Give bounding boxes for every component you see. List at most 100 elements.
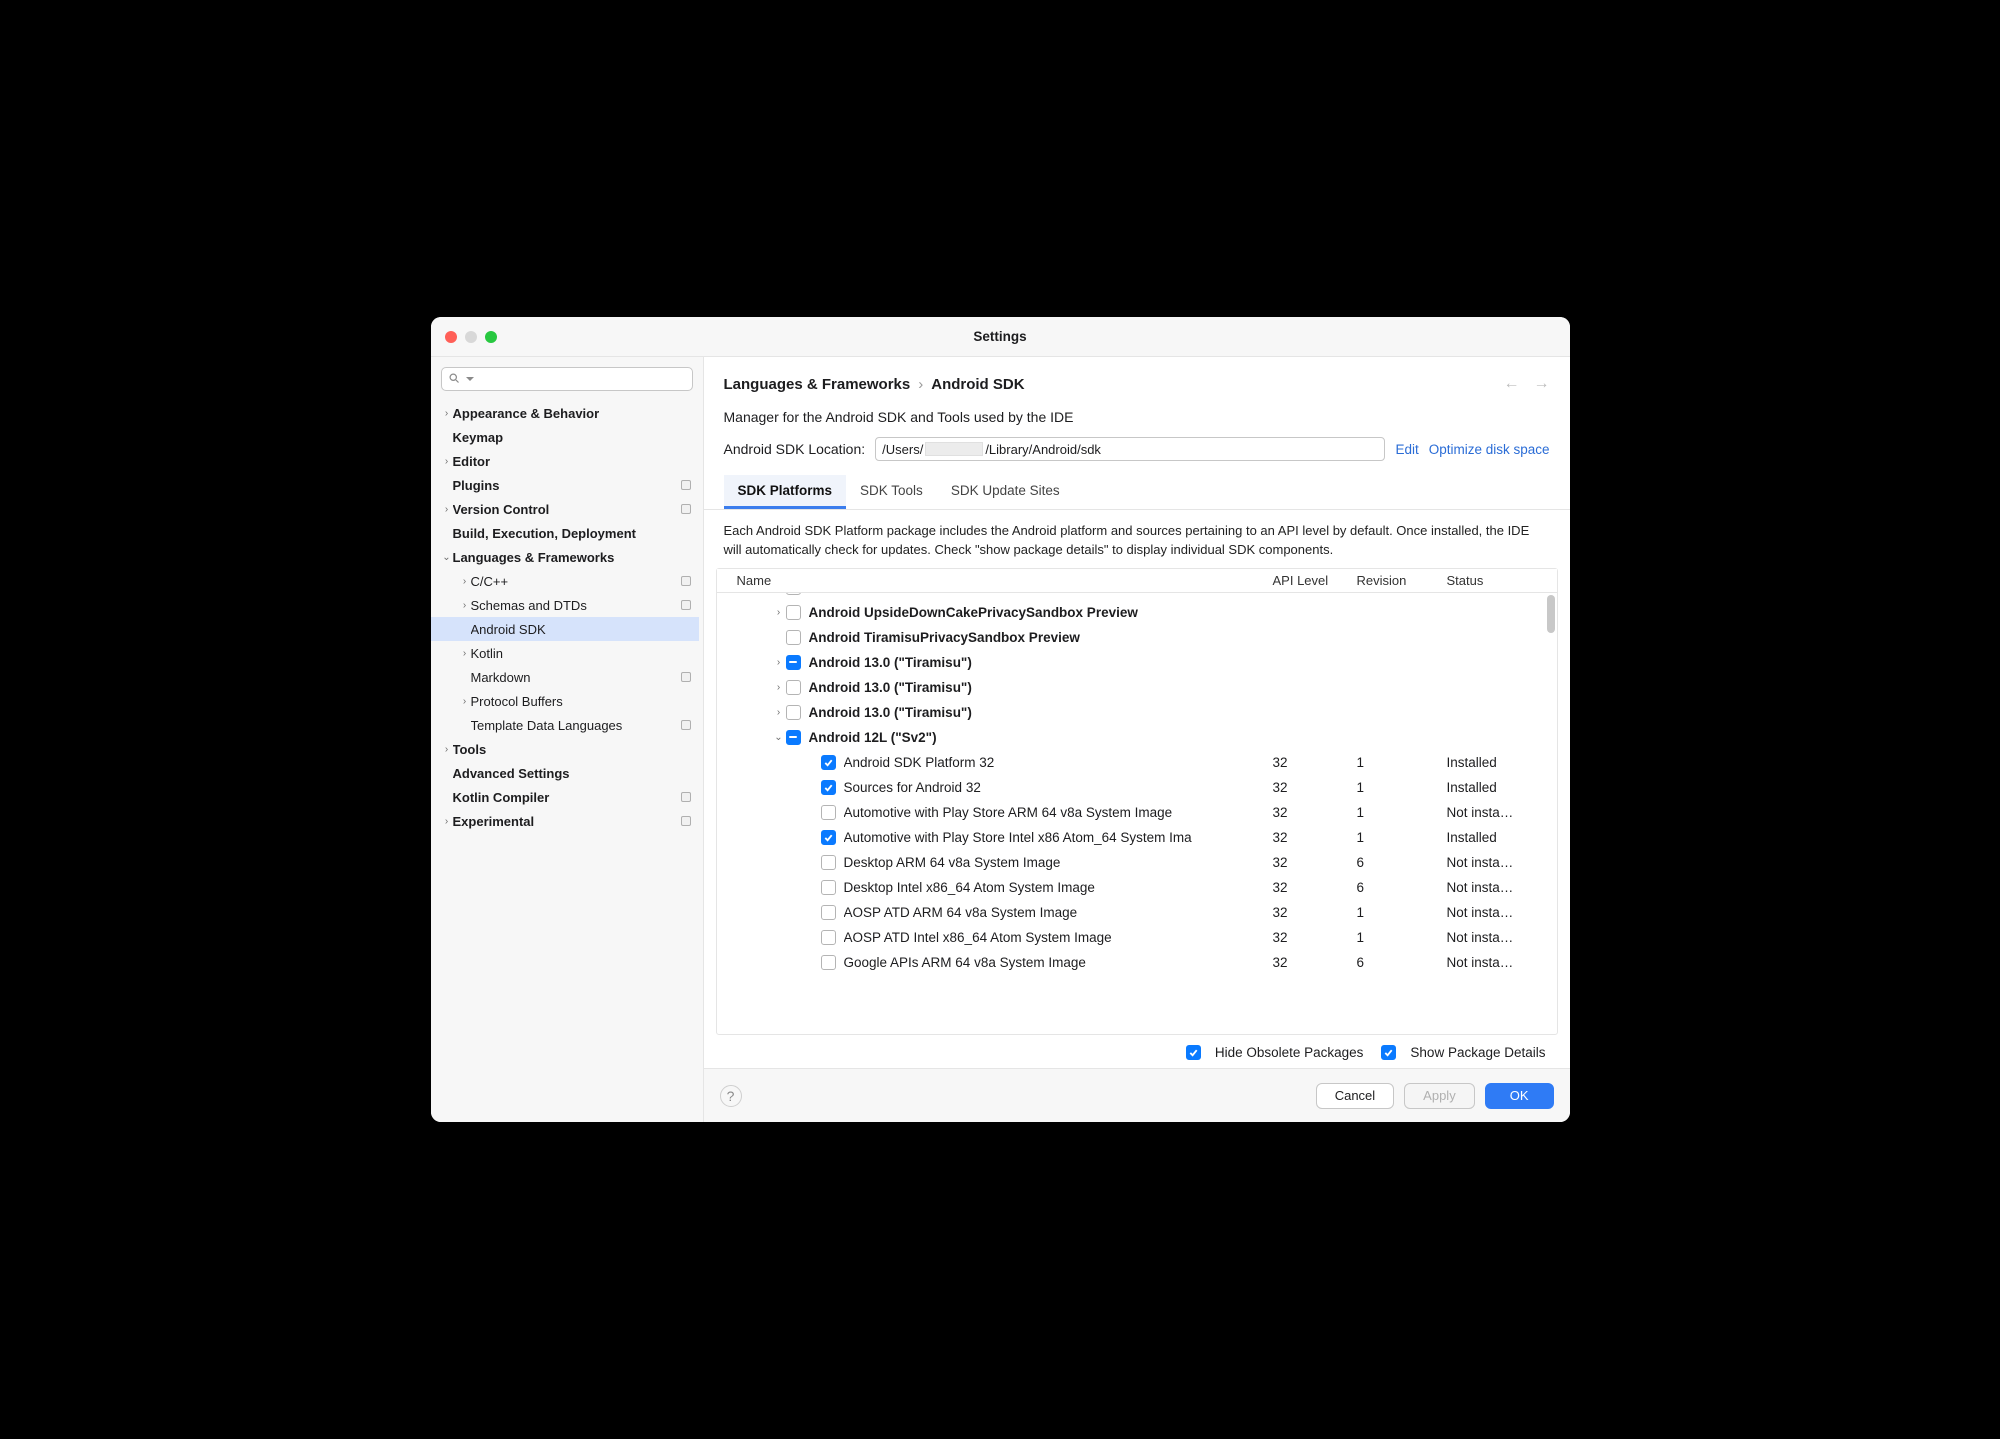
checkbox-icon[interactable] — [786, 730, 801, 745]
checkbox-icon[interactable] — [821, 905, 836, 920]
chevron-right-icon[interactable]: › — [772, 707, 786, 718]
package-row[interactable]: Sources for Android 32321Installed — [717, 775, 1557, 800]
sidebar-item-label: Android SDK — [471, 622, 691, 637]
package-rev: 1 — [1357, 755, 1447, 770]
checkbox-icon[interactable] — [821, 780, 836, 795]
chevron-right-icon[interactable]: › — [772, 657, 786, 668]
checkbox-icon[interactable] — [1186, 1045, 1201, 1060]
package-name: Android TiramisuPrivacySandbox Preview — [809, 630, 1080, 645]
checkbox-icon[interactable] — [821, 955, 836, 970]
edit-link[interactable]: Edit — [1395, 442, 1418, 457]
package-api: 32 — [1273, 805, 1357, 820]
tab[interactable]: SDK Tools — [846, 475, 937, 509]
sidebar-item[interactable]: Kotlin Compiler — [431, 785, 699, 809]
chevron-down-icon[interactable] — [464, 373, 476, 385]
sidebar-item[interactable]: Build, Execution, Deployment — [431, 521, 699, 545]
col-api[interactable]: API Level — [1273, 573, 1357, 588]
tab[interactable]: SDK Update Sites — [937, 475, 1074, 509]
sidebar-item[interactable]: ›Kotlin — [431, 641, 699, 665]
package-row[interactable]: ⌄Android 12L ("Sv2") — [717, 725, 1557, 750]
package-row[interactable]: Android TiramisuPrivacySandbox Preview — [717, 625, 1557, 650]
package-api: 32 — [1273, 780, 1357, 795]
ok-button[interactable]: OK — [1485, 1083, 1554, 1109]
package-rev: 6 — [1357, 955, 1447, 970]
scope-indicator-icon — [681, 672, 691, 682]
package-row[interactable]: AOSP ATD Intel x86_64 Atom System Image3… — [717, 925, 1557, 950]
scope-indicator-icon — [681, 480, 691, 490]
chevron-right-icon: › — [441, 408, 453, 419]
package-row[interactable]: › Android 13.0 ("Tiramisu") — [717, 675, 1557, 700]
search-input[interactable] — [441, 367, 693, 391]
checkbox-icon[interactable] — [786, 655, 801, 670]
sidebar-item[interactable]: Template Data Languages — [431, 713, 699, 737]
checkbox-icon[interactable] — [786, 680, 801, 695]
checkbox-icon[interactable] — [821, 930, 836, 945]
sidebar-item[interactable]: ›C/C++ — [431, 569, 699, 593]
package-row[interactable]: Google APIs ARM 64 v8a System Image326No… — [717, 950, 1557, 975]
cancel-button[interactable]: Cancel — [1316, 1083, 1394, 1109]
package-status: Not insta… — [1447, 930, 1557, 945]
checkbox-icon[interactable] — [786, 705, 801, 720]
package-row[interactable]: AOSP ATD ARM 64 v8a System Image321Not i… — [717, 900, 1557, 925]
checkbox-icon[interactable] — [821, 855, 836, 870]
package-row[interactable]: ›Android 13.0 ("Tiramisu") — [717, 650, 1557, 675]
sidebar-item[interactable]: Advanced Settings — [431, 761, 699, 785]
checkbox-icon[interactable] — [821, 880, 836, 895]
package-row[interactable]: Automotive with Play Store ARM 64 v8a Sy… — [717, 800, 1557, 825]
settings-tree[interactable]: ›Appearance & BehaviorKeymap›EditorPlugi… — [431, 397, 703, 837]
optimize-link[interactable]: Optimize disk space — [1429, 442, 1550, 457]
package-row[interactable]: ›Android API 34 — [717, 593, 1557, 600]
hide-obsolete-option[interactable]: Hide Obsolete Packages — [1186, 1045, 1364, 1060]
package-rev: 1 — [1357, 905, 1447, 920]
package-name: Android 13.0 ("Tiramisu") — [809, 680, 972, 695]
sidebar-item[interactable]: ›Schemas and DTDs — [431, 593, 699, 617]
tab[interactable]: SDK Platforms — [724, 475, 847, 509]
sidebar-item[interactable]: ›Protocol Buffers — [431, 689, 699, 713]
nav-forward-icon[interactable]: → — [1534, 375, 1550, 393]
show-details-option[interactable]: Show Package Details — [1381, 1045, 1545, 1060]
checkbox-icon[interactable] — [821, 830, 836, 845]
checkbox-icon[interactable] — [786, 630, 801, 645]
sidebar-item[interactable]: ›Version Control — [431, 497, 699, 521]
package-row[interactable]: Android SDK Platform 32321Installed — [717, 750, 1557, 775]
package-row[interactable]: ›Android 13.0 ("Tiramisu") — [717, 700, 1557, 725]
checkbox-icon[interactable] — [786, 593, 801, 595]
package-row[interactable]: ›Android UpsideDownCakePrivacySandbox Pr… — [717, 600, 1557, 625]
sidebar-item[interactable]: ⌄Languages & Frameworks — [431, 545, 699, 569]
sidebar-item[interactable]: Keymap — [431, 425, 699, 449]
sidebar-item[interactable]: Markdown — [431, 665, 699, 689]
sidebar-item[interactable]: Plugins — [431, 473, 699, 497]
col-name[interactable]: Name — [717, 573, 1273, 588]
checkbox-icon[interactable] — [1381, 1045, 1396, 1060]
sidebar-item[interactable]: ›Tools — [431, 737, 699, 761]
sidebar-item[interactable]: Android SDK — [431, 617, 699, 641]
sidebar-item-label: Schemas and DTDs — [471, 598, 681, 613]
checkbox-icon[interactable] — [786, 605, 801, 620]
sidebar-item[interactable]: ›Experimental — [431, 809, 699, 833]
package-status: Installed — [1447, 755, 1557, 770]
sidebar-item-label: Editor — [453, 454, 691, 469]
chevron-right-icon[interactable]: › — [772, 682, 786, 693]
close-icon[interactable] — [445, 331, 457, 343]
checkbox-icon[interactable] — [821, 755, 836, 770]
package-row[interactable]: Desktop Intel x86_64 Atom System Image32… — [717, 875, 1557, 900]
nav-back-icon[interactable]: ← — [1504, 375, 1520, 393]
package-status: Not insta… — [1447, 805, 1557, 820]
chevron-down-icon[interactable]: ⌄ — [772, 732, 786, 743]
checkbox-icon[interactable] — [821, 805, 836, 820]
col-stat[interactable]: Status — [1447, 573, 1557, 588]
sdk-location-field[interactable]: /Users/ /Library/Android/sdk — [875, 437, 1385, 461]
help-button[interactable]: ? — [720, 1085, 742, 1107]
show-details-label: Show Package Details — [1410, 1045, 1545, 1060]
sidebar-item[interactable]: ›Editor — [431, 449, 699, 473]
page-subtitle: Manager for the Android SDK and Tools us… — [724, 409, 1550, 425]
scrollbar-thumb[interactable] — [1547, 595, 1555, 633]
zoom-icon[interactable] — [485, 331, 497, 343]
col-rev[interactable]: Revision — [1357, 573, 1447, 588]
chevron-right-icon[interactable]: › — [772, 607, 786, 618]
package-api: 32 — [1273, 930, 1357, 945]
package-row[interactable]: Desktop ARM 64 v8a System Image326Not in… — [717, 850, 1557, 875]
table-body[interactable]: ›Android API 34›Android UpsideDownCakePr… — [717, 593, 1557, 1034]
package-row[interactable]: Automotive with Play Store Intel x86 Ato… — [717, 825, 1557, 850]
sidebar-item[interactable]: ›Appearance & Behavior — [431, 401, 699, 425]
